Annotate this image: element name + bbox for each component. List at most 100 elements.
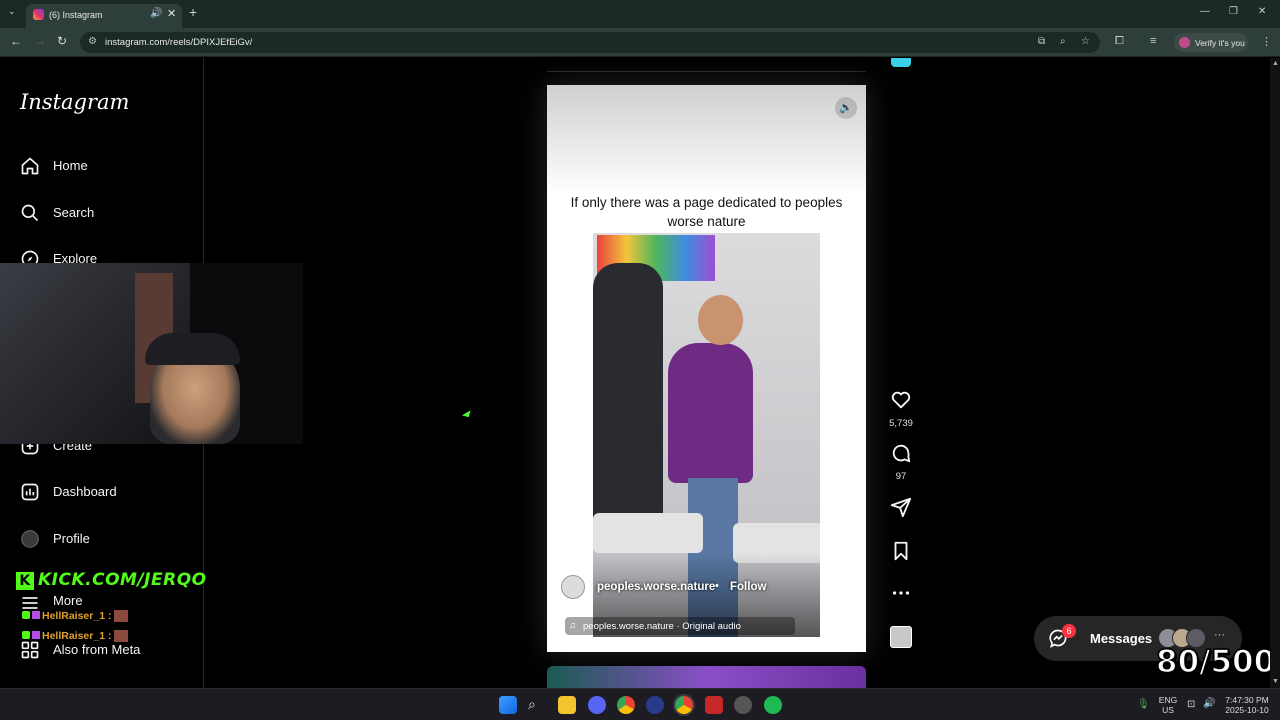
obs-icon[interactable]: [734, 696, 752, 714]
tab-close-icon[interactable]: ✕: [167, 7, 176, 20]
language-indicator[interactable]: ENG US: [1158, 695, 1178, 715]
tab-audio-icon[interactable]: 🔊: [150, 8, 162, 19]
taskbar-search-icon[interactable]: ⌕: [528, 696, 546, 714]
streamer-cap: [145, 333, 240, 365]
bookmark-star-icon[interactable]: ☆: [1081, 36, 1090, 47]
profile-avatar: [1179, 37, 1190, 48]
sidebar-item-home[interactable]: Home: [20, 154, 200, 178]
kick-label: KICK.COM/JERQO: [38, 570, 207, 590]
sidebar-item-label: Home: [53, 158, 88, 173]
verify-profile-button[interactable]: Verify it's you: [1174, 33, 1248, 52]
reel-caption: If only there was a page dedicated to pe…: [570, 195, 843, 229]
page-scrollbar[interactable]: ▲ ▼: [1270, 58, 1280, 688]
audio-attribution[interactable]: ♫ peoples.worse.nature · Original audio: [565, 617, 795, 635]
more-dots-icon: ···: [1214, 629, 1225, 641]
tab-instagram[interactable]: (6) Instagram 🔊 ✕: [26, 4, 182, 28]
language-label: ENG: [1158, 695, 1178, 705]
ellipsis-icon: [892, 591, 910, 595]
address-bar[interactable]: ⚙ instagram.com/reels/DPIXJEfEiGv/ ⧉ ⌕ ☆: [80, 32, 1100, 53]
reel-player[interactable]: 🔊 If only there was a page dedicated to …: [547, 85, 866, 652]
instagram-favicon-icon: [33, 9, 44, 20]
reel-top-gradient: [547, 85, 866, 195]
search-icon: [21, 204, 39, 222]
more-options-button[interactable]: [888, 582, 914, 609]
extensions-icon[interactable]: ⧠: [1115, 35, 1124, 48]
new-tab-button[interactable]: +: [189, 4, 197, 20]
chat-badge-icon: [22, 631, 30, 639]
windows-start-icon[interactable]: [499, 696, 517, 714]
next-reel-preview[interactable]: [547, 666, 866, 688]
restore-icon[interactable]: ❐: [1229, 6, 1238, 17]
reel-owner-row: peoples.worse.nature • Follow: [561, 575, 851, 601]
tab-list-chevron-icon[interactable]: ⌄: [8, 6, 16, 17]
close-window-icon[interactable]: ✕: [1258, 6, 1266, 17]
scroll-down-icon[interactable]: ▼: [1272, 678, 1279, 685]
chrome-icon[interactable]: [617, 696, 635, 714]
back-icon[interactable]: ←: [10, 34, 22, 48]
like-button[interactable]: 5,739: [888, 389, 914, 429]
microphone-icon[interactable]: 🎙: [1137, 699, 1150, 710]
save-button[interactable]: [888, 540, 914, 567]
region-label: US: [1162, 705, 1174, 715]
sidebar-item-dashboard[interactable]: Dashboard: [20, 480, 200, 504]
previous-reel-edge: [547, 58, 866, 72]
send-icon: [890, 497, 912, 518]
chat-username: HellRaiser_1: [42, 630, 106, 642]
volume-icon[interactable]: 🔊: [835, 97, 857, 119]
comment-count: 97: [895, 471, 907, 482]
sidebar-item-label: More: [53, 593, 83, 608]
discord-icon[interactable]: [588, 696, 606, 714]
verify-label: Verify it's you: [1195, 38, 1245, 48]
chat-badge-icon: [32, 611, 40, 619]
chrome-active-icon[interactable]: [675, 696, 693, 714]
browser-toolbar: ← → ↻ ⚙ instagram.com/reels/DPIXJEfEiGv/…: [0, 28, 1280, 57]
messages-badge: 6: [1062, 624, 1076, 638]
heart-icon: [891, 391, 911, 409]
home-icon: [21, 157, 39, 175]
app-icon[interactable]: [705, 696, 723, 714]
audio-thumbnail: [890, 626, 912, 648]
network-icon[interactable]: ⊡: [1187, 699, 1195, 710]
clock[interactable]: 7:47:30 PM 2025-10-10: [1222, 695, 1272, 715]
site-info-icon[interactable]: ⚙: [88, 36, 97, 47]
video-person-purple-shirt: [668, 343, 753, 483]
volume-tray-icon[interactable]: 🔊: [1203, 698, 1215, 709]
separator-dot: •: [715, 580, 719, 592]
sidebar-item-profile[interactable]: Profile: [20, 527, 200, 551]
messages-label: Messages: [1090, 631, 1153, 646]
share-button[interactable]: [888, 496, 914, 523]
owner-avatar[interactable]: [561, 575, 585, 599]
chat-username: HellRaiser_1: [42, 610, 106, 622]
media-control-icon[interactable]: ≡: [1150, 35, 1156, 47]
browser-menu-icon[interactable]: ⋮: [1261, 35, 1272, 48]
chat-separator: :: [107, 630, 112, 642]
avatar: [21, 530, 39, 548]
chat-message: HellRaiser_1 :: [22, 630, 129, 643]
forward-icon[interactable]: →: [34, 34, 46, 48]
browser-app-icon[interactable]: [646, 696, 664, 714]
kick-logo-icon: K: [16, 572, 34, 590]
video-person-head: [698, 295, 743, 345]
follow-button[interactable]: Follow: [730, 581, 766, 593]
minimize-icon[interactable]: —: [1200, 6, 1210, 17]
chat-separator: :: [107, 610, 112, 622]
file-explorer-icon[interactable]: [558, 696, 576, 714]
audio-label: peoples.worse.nature · Original audio: [583, 621, 741, 632]
reload-icon[interactable]: ↻: [57, 34, 67, 48]
mouse-cursor: [461, 410, 474, 420]
install-app-icon[interactable]: ⧉: [1038, 36, 1045, 47]
comment-button[interactable]: 97: [888, 442, 914, 482]
webcam-overlay: [0, 263, 303, 444]
like-count: 5,739: [889, 418, 913, 429]
scroll-up-icon[interactable]: ▲: [1272, 60, 1279, 67]
zoom-icon[interactable]: ⌕: [1060, 36, 1066, 47]
instagram-logo[interactable]: Instagram: [20, 90, 129, 114]
bookmark-icon: [894, 541, 908, 561]
owner-username[interactable]: peoples.worse.nature: [597, 581, 715, 593]
goal-counter: 80/500: [1155, 643, 1276, 681]
chat-badge-icon: [22, 611, 30, 619]
sidebar-item-label: Search: [53, 205, 95, 220]
spotify-icon[interactable]: [764, 696, 782, 714]
sidebar-item-search[interactable]: Search: [20, 201, 200, 225]
audio-owner-thumbnail[interactable]: [888, 626, 914, 648]
